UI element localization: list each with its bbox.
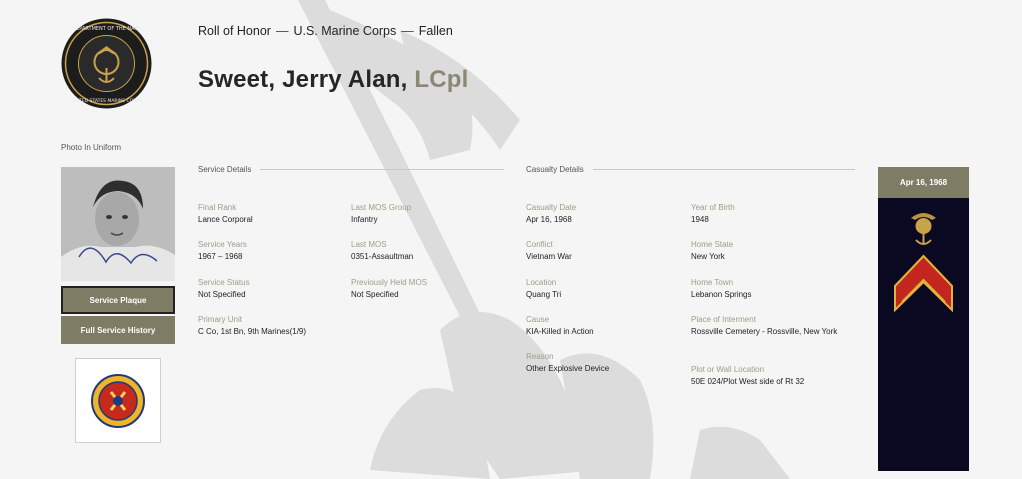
section-title: Service Details: [198, 165, 252, 174]
navy-seal-icon: DEPARTMENT OF THE NAVY UNITED STATES MAR…: [61, 18, 152, 109]
divider: [260, 169, 504, 170]
svg-text:DEPARTMENT OF THE NAVY: DEPARTMENT OF THE NAVY: [72, 26, 141, 32]
casualty-date-field: Casualty Date Apr 16, 1968: [526, 202, 686, 226]
field-value: Lebanon Springs: [691, 290, 752, 299]
field-label: Reason: [526, 352, 554, 361]
breadcrumb-separator: —: [401, 24, 414, 38]
field-value: New York: [691, 252, 725, 261]
field-value: Other Explosive Device: [526, 364, 610, 373]
last-mos-group-field: Last MOS Group Infantry: [351, 202, 511, 226]
field-value: Quang Tri: [526, 290, 562, 299]
field-value: KIA-Killed in Action: [526, 327, 594, 336]
plot-or-wall-location-field: Plot or Wall Location 50E 024/Plot West …: [691, 364, 851, 388]
person-rank: LCpl: [414, 66, 469, 93]
field-value: 0351-Assaultman: [351, 252, 414, 261]
casualty-details-heading: Casualty Details: [526, 165, 855, 174]
reason-field: Reason Other Explosive Device: [526, 351, 686, 375]
service-status-field: Service Status Not Specified: [198, 277, 358, 301]
field-value: 50E 024/Plot West side of Rt 32: [691, 377, 805, 386]
lance-corporal-chevron-icon: [894, 254, 953, 313]
field-value: Lance Corporal: [198, 215, 253, 224]
field-value: 1967 – 1968: [198, 252, 243, 261]
unit-patch-icon[interactable]: [75, 358, 161, 443]
field-label: Primary Unit: [198, 315, 243, 324]
field-label: Final Rank: [198, 203, 237, 212]
eagle-globe-anchor-icon: [911, 213, 936, 245]
section-title: Casualty Details: [526, 165, 584, 174]
place-of-interment-field: Place of Interment Rossville Cemetery - …: [691, 314, 841, 338]
previously-held-mos-field: Previously Held MOS Not Specified: [351, 277, 511, 301]
field-value: Vietnam War: [526, 252, 572, 261]
field-label: Previously Held MOS: [351, 278, 428, 287]
field-value: Not Specified: [351, 290, 399, 299]
rank-ribbon-panel: [878, 198, 969, 471]
field-label: Conflict: [526, 240, 553, 249]
service-years-field: Service Years 1967 – 1968: [198, 239, 358, 263]
field-label: Plot or Wall Location: [691, 365, 765, 374]
field-label: Place of Interment: [691, 315, 756, 324]
divider: [592, 169, 855, 170]
field-label: Service Years: [198, 240, 247, 249]
breadcrumb-separator: —: [275, 24, 289, 38]
location-field: Location Quang Tri: [526, 277, 686, 301]
field-value: Apr 16, 1968: [526, 215, 572, 224]
field-label: Year of Birth: [691, 203, 735, 212]
conflict-field: Conflict Vietnam War: [526, 239, 686, 263]
field-label: Last MOS Group: [351, 203, 412, 212]
photo-label: Photo In Uniform: [61, 143, 122, 152]
person-name: Sweet, Jerry Alan,: [198, 66, 408, 93]
svg-text:UNITED STATES MARINE CORPS: UNITED STATES MARINE CORPS: [71, 98, 142, 104]
uniform-photo[interactable]: [61, 167, 175, 281]
full-service-history-button[interactable]: Full Service History: [61, 316, 175, 344]
home-town-field: Home Town Lebanon Springs: [691, 277, 851, 301]
field-value: 1948: [691, 215, 709, 224]
field-label: Service Status: [198, 278, 250, 287]
primary-unit-field: Primary Unit C Co, 1st Bn, 9th Marines(1…: [198, 314, 358, 338]
page-title: Sweet, Jerry Alan, LCpl: [198, 66, 468, 94]
breadcrumb-item[interactable]: Roll of Honor: [198, 24, 271, 38]
home-state-field: Home State New York: [691, 239, 851, 263]
service-details-heading: Service Details: [198, 165, 504, 174]
breadcrumb-item[interactable]: Fallen: [419, 24, 453, 38]
field-label: Cause: [526, 315, 550, 324]
field-label: Last MOS: [351, 240, 387, 249]
breadcrumb: Roll of Honor — U.S. Marine Corps — Fallen: [198, 24, 453, 38]
field-label: Casualty Date: [526, 203, 577, 212]
breadcrumb-item[interactable]: U.S. Marine Corps: [293, 24, 396, 38]
service-plaque-button[interactable]: Service Plaque: [61, 286, 175, 314]
last-mos-field: Last MOS 0351-Assaultman: [351, 239, 511, 263]
year-of-birth-field: Year of Birth 1948: [691, 202, 851, 226]
field-label: Location: [526, 278, 557, 287]
ribbon-date: Apr 16, 1968: [878, 167, 969, 198]
field-value: Infantry: [351, 215, 378, 224]
field-value: Rossville Cemetery - Rossville, New York: [691, 327, 838, 336]
field-label: Home State: [691, 240, 734, 249]
field-value: Not Specified: [198, 290, 246, 299]
final-rank-field: Final Rank Lance Corporal: [198, 202, 358, 226]
field-value: C Co, 1st Bn, 9th Marines(1/9): [198, 327, 307, 336]
cause-field: Cause KIA-Killed in Action: [526, 314, 686, 338]
field-label: Home Town: [691, 278, 734, 287]
